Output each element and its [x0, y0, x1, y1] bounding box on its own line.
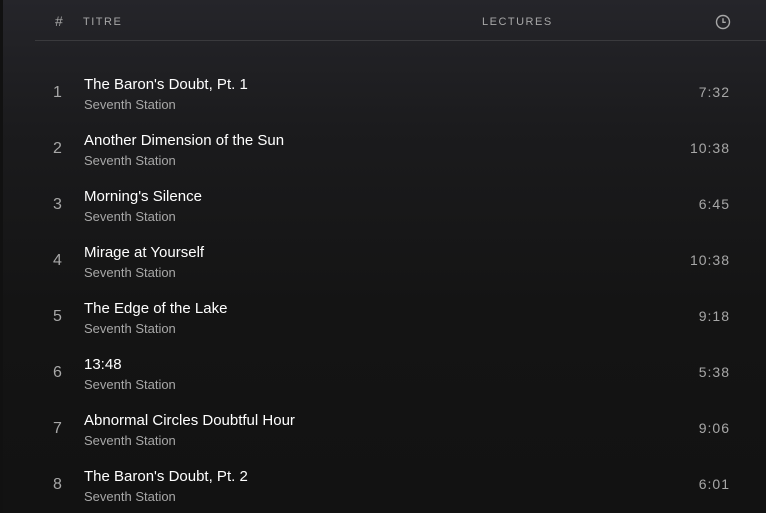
track-duration: 9:06	[698, 420, 730, 436]
track-number: 8	[53, 476, 62, 493]
track-artist[interactable]: Seventh Station	[84, 97, 176, 112]
track-title[interactable]: Abnormal Circles Doubtful Hour	[84, 412, 295, 429]
track-duration: 10:38	[689, 252, 730, 268]
track-duration: 6:45	[698, 196, 730, 212]
track-number: 7	[53, 420, 62, 437]
track-row[interactable]: 1 The Baron's Doubt, Pt. 1 Seventh Stati…	[35, 58, 766, 114]
track-row[interactable]: 7 Abnormal Circles Doubtful Hour Seventh…	[35, 394, 766, 450]
track-number: 5	[53, 308, 62, 325]
track-artist[interactable]: Seventh Station	[84, 489, 176, 504]
track-title[interactable]: The Baron's Doubt, Pt. 1	[84, 76, 248, 93]
track-number: 2	[53, 140, 62, 157]
track-number: 1	[53, 84, 62, 101]
track-artist[interactable]: Seventh Station	[84, 321, 176, 336]
track-title[interactable]: Morning's Silence	[84, 188, 202, 205]
header-number: #	[55, 13, 63, 29]
header-title[interactable]: TITRE	[83, 16, 122, 28]
track-number: 4	[53, 252, 62, 269]
left-edge	[0, 0, 3, 513]
track-title[interactable]: Another Dimension of the Sun	[84, 132, 284, 149]
track-artist[interactable]: Seventh Station	[84, 377, 176, 392]
track-duration: 6:01	[698, 476, 730, 492]
track-title[interactable]: Mirage at Yourself	[84, 244, 204, 261]
track-title[interactable]: The Edge of the Lake	[84, 300, 227, 317]
track-artist[interactable]: Seventh Station	[84, 265, 176, 280]
track-title[interactable]: 13:48	[84, 356, 122, 373]
clock-icon[interactable]	[715, 14, 731, 30]
tracklist-header: # TITRE LECTURES	[35, 0, 766, 41]
track-duration: 7:32	[698, 84, 730, 100]
track-artist[interactable]: Seventh Station	[84, 433, 176, 448]
track-artist[interactable]: Seventh Station	[84, 209, 176, 224]
track-row[interactable]: 5 The Edge of the Lake Seventh Station 9…	[35, 282, 766, 338]
track-row[interactable]: 6 13:48 Seventh Station 5:38	[35, 338, 766, 394]
track-title[interactable]: The Baron's Doubt, Pt. 2	[84, 468, 248, 485]
track-number: 6	[53, 364, 62, 381]
track-artist[interactable]: Seventh Station	[84, 153, 176, 168]
track-row[interactable]: 3 Morning's Silence Seventh Station 6:45	[35, 170, 766, 226]
track-row[interactable]: 8 The Baron's Doubt, Pt. 2 Seventh Stati…	[35, 450, 766, 506]
track-row[interactable]: 2 Another Dimension of the Sun Seventh S…	[35, 114, 766, 170]
header-plays[interactable]: LECTURES	[482, 16, 553, 28]
track-number: 3	[53, 196, 62, 213]
track-duration: 9:18	[698, 308, 730, 324]
track-duration: 5:38	[698, 364, 730, 380]
track-duration: 10:38	[689, 140, 730, 156]
track-row[interactable]: 4 Mirage at Yourself Seventh Station 10:…	[35, 226, 766, 282]
